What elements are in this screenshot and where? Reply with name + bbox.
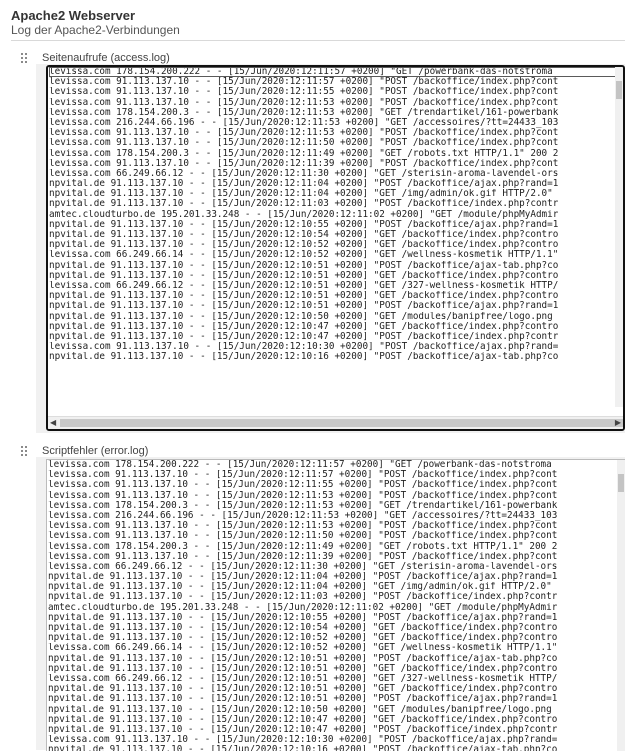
drag-handle-icon[interactable] xyxy=(20,445,32,457)
log-line: amtec.cloudturbo.de 195.201.33.248 - - [… xyxy=(48,602,558,613)
log-line: levissa.com 66.249.66.14 - - [15/Jun/202… xyxy=(49,250,559,261)
log-line: npvital.de 91.113.137.10 - - [15/Jun/202… xyxy=(48,704,552,715)
log-line: levissa.com 91.113.137.10 - - [15/Jun/20… xyxy=(49,138,559,149)
page-title: Apache2 Webserver xyxy=(11,8,136,23)
error-log-content: levissa.com 178.154.200.222 - - [15/Jun/… xyxy=(47,460,625,751)
access-log-content: levissa.com 178.154.200.222 - - [15/Jun/… xyxy=(48,67,623,362)
log-line: npvital.de 91.113.137.10 - - [15/Jun/202… xyxy=(49,291,559,302)
vertical-scroll-thumb[interactable] xyxy=(618,474,624,492)
log-line: npvital.de 91.113.137.10 - - [15/Jun/202… xyxy=(49,240,559,251)
log-line: levissa.com 91.113.137.10 - - [15/Jun/20… xyxy=(48,490,558,501)
log-line: npvital.de 91.113.137.10 - - [15/Jun/202… xyxy=(48,633,558,644)
log-line: npvital.de 91.113.137.10 - - [15/Jun/202… xyxy=(48,684,558,695)
log-line: levissa.com 91.113.137.10 - - [15/Jun/20… xyxy=(49,128,559,139)
log-line: levissa.com 178.154.200.3 - - [15/Jun/20… xyxy=(49,148,559,159)
access-log-vertical-scrollbar[interactable] xyxy=(615,67,623,407)
log-line: levissa.com 66.249.66.12 - - [15/Jun/202… xyxy=(48,673,558,684)
log-line: npvital.de 91.113.137.10 - - [15/Jun/202… xyxy=(48,694,558,705)
vertical-scroll-thumb[interactable] xyxy=(616,81,622,99)
log-line: levissa.com 91.113.137.10 - - [15/Jun/20… xyxy=(49,87,559,98)
access-log-horizontal-scrollbar[interactable]: ◀ ▶ xyxy=(48,416,623,429)
log-line: npvital.de 91.113.137.10 - - [15/Jun/202… xyxy=(48,592,558,603)
log-line: levissa.com 91.113.137.10 - - [15/Jun/20… xyxy=(49,342,559,353)
log-line: levissa.com 178.154.200.3 - - [15/Jun/20… xyxy=(49,107,559,118)
log-line: levissa.com 66.249.66.14 - - [15/Jun/202… xyxy=(48,643,558,654)
log-line: npvital.de 91.113.137.10 - - [15/Jun/202… xyxy=(48,714,558,725)
error-log-label: Scriptfehler (error.log) xyxy=(42,445,149,457)
log-line: levissa.com 91.113.137.10 - - [15/Jun/20… xyxy=(49,158,559,169)
header-divider xyxy=(11,40,625,41)
access-log-label: Seitenaufrufe (access.log) xyxy=(42,52,170,64)
log-line: levissa.com 66.249.66.12 - - [15/Jun/202… xyxy=(49,168,559,179)
log-line: npvital.de 91.113.137.10 - - [15/Jun/202… xyxy=(49,189,553,200)
log-line: npvital.de 91.113.137.10 - - [15/Jun/202… xyxy=(49,270,559,281)
access-log-textarea[interactable]: levissa.com 178.154.200.222 - - [15/Jun/… xyxy=(46,65,625,431)
log-line: levissa.com 66.249.66.12 - - [15/Jun/202… xyxy=(48,561,558,572)
log-line: levissa.com 178.154.200.222 - - [15/Jun/… xyxy=(48,460,552,470)
error-log-textarea[interactable]: levissa.com 178.154.200.222 - - [15/Jun/… xyxy=(46,459,625,751)
log-line: levissa.com 91.113.137.10 - - [15/Jun/20… xyxy=(48,521,558,532)
log-line: npvital.de 91.113.137.10 - - [15/Jun/202… xyxy=(48,623,558,633)
arrow-left-icon[interactable]: ◀ xyxy=(50,418,56,428)
drag-handle-icon[interactable] xyxy=(20,52,32,64)
log-line: levissa.com 178.154.200.222 - - [15/Jun/… xyxy=(49,67,623,78)
log-line: levissa.com 91.113.137.10 - - [15/Jun/20… xyxy=(49,77,559,88)
log-line: amtec.cloudturbo.de 195.201.33.248 - - [… xyxy=(49,209,559,220)
log-line: levissa.com 178.154.200.3 - - [15/Jun/20… xyxy=(48,541,558,552)
log-line: npvital.de 91.113.137.10 - - [15/Jun/202… xyxy=(48,582,552,593)
log-line: npvital.de 91.113.137.10 - - [15/Jun/202… xyxy=(49,311,553,322)
log-line: levissa.com 91.113.137.10 - - [15/Jun/20… xyxy=(48,480,558,491)
log-line: levissa.com 178.154.200.3 - - [15/Jun/20… xyxy=(48,500,558,511)
log-line: levissa.com 216.244.66.196 - - [15/Jun/2… xyxy=(48,510,558,521)
log-line: npvital.de 91.113.137.10 - - [15/Jun/202… xyxy=(48,612,558,623)
log-line: npvital.de 91.113.137.10 - - [15/Jun/202… xyxy=(48,724,558,735)
log-line: npvital.de 91.113.137.10 - - [15/Jun/202… xyxy=(49,179,559,190)
arrow-right-icon[interactable]: ▶ xyxy=(615,418,621,428)
log-line: npvital.de 91.113.137.10 - - [15/Jun/202… xyxy=(48,663,558,674)
log-line: npvital.de 91.113.137.10 - - [15/Jun/202… xyxy=(48,745,558,751)
log-line: levissa.com 91.113.137.10 - - [15/Jun/20… xyxy=(48,735,558,746)
log-line: npvital.de 91.113.137.10 - - [15/Jun/202… xyxy=(49,199,559,210)
log-line: npvital.de 91.113.137.10 - - [15/Jun/202… xyxy=(49,301,559,312)
log-line: npvital.de 91.113.137.10 - - [15/Jun/202… xyxy=(49,331,559,342)
log-line: levissa.com 66.249.66.12 - - [15/Jun/202… xyxy=(49,280,559,291)
log-line: levissa.com 216.244.66.196 - - [15/Jun/2… xyxy=(49,117,559,128)
log-line: levissa.com 91.113.137.10 - - [15/Jun/20… xyxy=(48,531,558,542)
horizontal-scroll-thumb[interactable] xyxy=(60,419,623,427)
log-line: npvital.de 91.113.137.10 - - [15/Jun/202… xyxy=(48,653,558,664)
error-log-vertical-scrollbar[interactable] xyxy=(617,460,625,751)
log-line: npvital.de 91.113.137.10 - - [15/Jun/202… xyxy=(49,230,559,240)
log-line: levissa.com 91.113.137.10 - - [15/Jun/20… xyxy=(49,97,559,108)
log-line: levissa.com 91.113.137.10 - - [15/Jun/20… xyxy=(48,551,558,562)
log-line: npvital.de 91.113.137.10 - - [15/Jun/202… xyxy=(49,260,559,271)
log-line: npvital.de 91.113.137.10 - - [15/Jun/202… xyxy=(49,219,559,230)
log-line: npvital.de 91.113.137.10 - - [15/Jun/202… xyxy=(48,572,558,583)
page-subtitle: Log der Apache2-Verbindungen xyxy=(11,23,180,37)
log-line: levissa.com 91.113.137.10 - - [15/Jun/20… xyxy=(48,470,558,481)
log-line: npvital.de 91.113.137.10 - - [15/Jun/202… xyxy=(49,321,559,332)
page-header: Apache2 Webserver Log der Apache2-Verbin… xyxy=(11,8,180,37)
log-line: npvital.de 91.113.137.10 - - [15/Jun/202… xyxy=(49,352,559,363)
